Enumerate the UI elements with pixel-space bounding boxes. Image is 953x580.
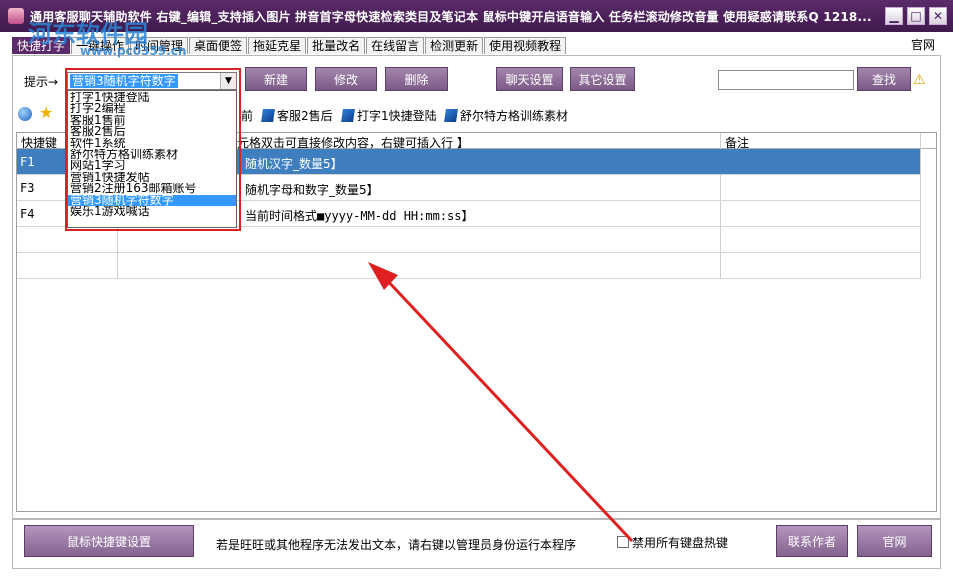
mouse-shortcut-settings-button[interactable]: 鼠标快捷键设置 <box>24 525 194 557</box>
contact-author-button[interactable]: 联系作者 <box>776 525 848 557</box>
dropdown-option[interactable]: 客服2售后 <box>68 126 236 137</box>
tab-batch-rename[interactable]: 批量改名 <box>307 37 366 54</box>
row-content: 随机字母和数字_数量5】 <box>245 183 379 197</box>
delete-button[interactable]: 删除 <box>385 67 448 91</box>
dropdown-option[interactable]: 软件1系统 <box>68 138 236 149</box>
notebook-icon <box>444 109 458 122</box>
notebook-icon <box>341 109 355 122</box>
notebook-icon <box>261 109 275 122</box>
column-divider <box>920 133 921 279</box>
tab-online-message[interactable]: 在线留言 <box>366 37 425 54</box>
dropdown-option[interactable]: 营销2注册163邮箱账号 <box>68 183 236 194</box>
dropdown-option[interactable]: 娱乐1游戏喊话 <box>68 206 236 217</box>
dropdown-option[interactable]: 营销1快捷发帖 <box>68 172 236 183</box>
watermark-url: www.pc0359.cn <box>80 44 187 58</box>
category-dropdown-list[interactable]: 打字1快捷登陆 打字2编程 客服1售前 客服2售后 软件1系统 舒尔特方格训练素… <box>67 90 237 228</box>
dropdown-option[interactable]: 打字2编程 <box>68 103 236 114</box>
maximize-button[interactable]: □ <box>907 7 925 25</box>
row-key: F3 <box>20 181 35 195</box>
row-key: F1 <box>20 155 35 169</box>
window-controls: ▁ □ ✕ <box>885 7 947 25</box>
disable-hotkeys-checkbox[interactable] <box>617 536 629 548</box>
category-selected-value: 营销3随机字符数字 <box>70 74 178 88</box>
search-button[interactable]: 查找 <box>857 67 911 91</box>
dropdown-option[interactable]: 网站1学习 <box>68 160 236 171</box>
other-settings-button[interactable]: 其它设置 <box>570 67 635 91</box>
globe-icon[interactable] <box>18 107 32 121</box>
minimize-button[interactable]: ▁ <box>885 7 903 25</box>
row-key: F4 <box>20 207 35 221</box>
app-icon <box>8 8 24 24</box>
admin-notice-text: 若是旺旺或其他程序无法发出文本，请右键以管理员身份运行本程序 <box>216 538 577 552</box>
quick-item-label: 客服2售后 <box>277 109 333 123</box>
dropdown-option-selected[interactable]: 营销3随机字符数字 <box>68 194 236 206</box>
quick-item-presales[interactable]: 前 <box>241 107 253 124</box>
quick-item-label: 打字1快捷登陆 <box>357 109 437 123</box>
row-content: 当前时间格式■yyyy-MM-dd HH:mm:ss】 <box>245 209 474 223</box>
quick-item-label: 舒尔特方格训练素材 <box>460 109 569 123</box>
dropdown-option[interactable]: 客服1售前 <box>68 115 236 126</box>
close-button[interactable]: ✕ <box>929 7 947 25</box>
dropdown-option[interactable]: 舒尔特方格训练素材 <box>68 149 236 160</box>
dropdown-option[interactable]: 打字1快捷登陆 <box>68 92 236 103</box>
disable-hotkeys-label[interactable]: 禁用所有键盘热键 <box>632 534 728 551</box>
official-site-link[interactable]: 官网 <box>911 36 935 53</box>
chat-settings-button[interactable]: 聊天设置 <box>496 67 563 91</box>
star-icon[interactable]: ★ <box>39 103 53 122</box>
category-select[interactable]: 营销3随机字符数字 ▼ <box>67 72 237 90</box>
table-row-empty[interactable] <box>17 227 920 253</box>
new-button[interactable]: 新建 <box>245 67 307 91</box>
warning-icon: ⚠ <box>913 72 926 88</box>
tab-desktop-notes[interactable]: 桌面便签 <box>189 37 248 54</box>
window-title: 通用客服聊天辅助软件 右键_编辑_支持插入图片 拼音首字母快速检索类目及笔记本 … <box>30 9 872 24</box>
quick-item-schulte[interactable]: 舒尔特方格训练素材 <box>444 107 569 124</box>
tab-video-tutorial[interactable]: 使用视频教程 <box>484 37 567 54</box>
edit-button[interactable]: 修改 <box>315 67 377 91</box>
table-row-empty[interactable] <box>17 253 920 279</box>
chevron-down-icon[interactable]: ▼ <box>220 73 236 89</box>
website-button[interactable]: 官网 <box>857 525 932 557</box>
quick-item-quick-login[interactable]: 打字1快捷登陆 <box>341 107 437 124</box>
quick-item-label: 前 <box>241 109 254 123</box>
tab-check-update[interactable]: 检测更新 <box>425 37 484 54</box>
quick-item-aftersales[interactable]: 客服2售后 <box>261 107 333 124</box>
row-content: 随机汉字_数量5】 <box>245 157 343 171</box>
search-input[interactable] <box>718 70 854 90</box>
hint-label: 提示→ <box>24 75 59 89</box>
tab-procrastination[interactable]: 拖延克星 <box>248 37 307 54</box>
